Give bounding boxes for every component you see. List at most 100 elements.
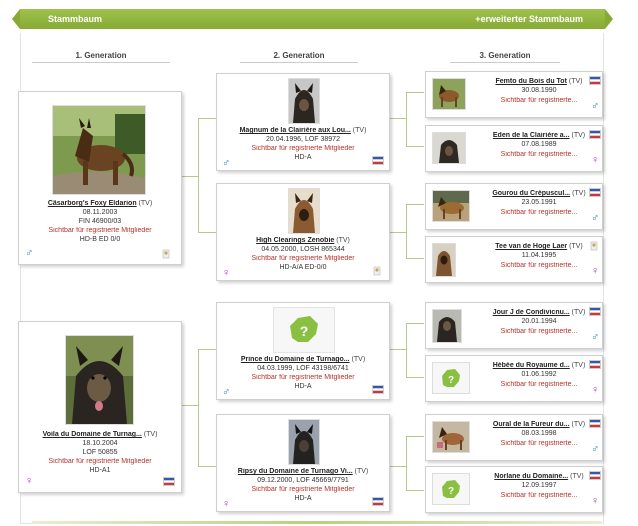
award-icon <box>590 241 598 251</box>
svg-text:?: ? <box>448 486 454 497</box>
members-only-text: Sichtbar für registrierte... <box>500 262 578 269</box>
male-symbol-icon: ♂ <box>591 443 600 455</box>
dog-photo[interactable] <box>432 78 466 110</box>
connector-line <box>198 232 216 233</box>
no-photo-placeholder-icon[interactable]: ? <box>432 473 470 505</box>
dog-name-link[interactable]: Voila du Domaine de Turnag... <box>43 431 142 438</box>
dog-photo[interactable] <box>288 188 320 234</box>
connector-line <box>198 118 199 232</box>
breed-tag: (TV) <box>571 132 586 139</box>
health-results: HD-A <box>294 154 312 161</box>
breed-tag: (TV) <box>568 78 583 85</box>
birth-date: 12.09.1997 <box>521 482 557 489</box>
connector-line <box>182 405 198 406</box>
dog-photo[interactable] <box>432 421 470 453</box>
dog-name-link[interactable]: Eden de la Clairière a... <box>493 132 570 139</box>
connector-line <box>406 204 424 205</box>
dog-photo[interactable] <box>432 309 462 343</box>
dog-card-gen2-4[interactable]: Ripsy du Domaine de Turnago Vi... (TV) 0… <box>216 414 390 512</box>
dog-photo[interactable] <box>432 132 466 164</box>
connector-line <box>406 258 424 259</box>
members-only-text: Sichtbar für registrierte... <box>500 440 578 447</box>
breed-tag: (TV) <box>571 309 586 316</box>
male-symbol-icon: ♂ <box>591 212 600 224</box>
dog-card-gen2-2[interactable]: High Clearings Zenobie (TV) 04.05.2000, … <box>216 183 390 281</box>
dog-card-gen3-7[interactable]: Oural de la Fureur du... (TV) 08.03.1998… <box>425 414 603 461</box>
dog-name-link[interactable]: Magnum de la Clairière aux Lou... <box>240 127 351 134</box>
dog-name-link[interactable]: Norlane du Domaine... <box>494 473 568 480</box>
dog-card-gen3-6[interactable]: ? Hébée du Royaume d... (TV) 01.06.1992 … <box>425 355 603 402</box>
health-results: HD-A <box>294 383 312 390</box>
registration-number: FIN 46900/03 <box>78 218 122 225</box>
dog-card-gen2-1[interactable]: Magnum de la Clairière aux Lou... (TV) 2… <box>216 73 390 171</box>
dog-photo[interactable] <box>288 419 320 465</box>
birth-date: 01.06.1992 <box>521 371 557 378</box>
dog-name-link[interactable]: High Clearings Zenobie <box>256 237 334 244</box>
country-flag-icon <box>589 419 601 428</box>
dog-card-gen2-3[interactable]: ? Prince du Domaine de Turnago... (TV) 0… <box>216 302 390 400</box>
male-symbol-icon: ♂ <box>591 100 600 112</box>
members-only-text: Sichtbar für registrierte... <box>500 209 578 216</box>
members-only-text: Sichtbar für registrierte... <box>500 328 578 335</box>
dog-photo[interactable] <box>432 243 456 277</box>
male-symbol-icon: ♂ <box>25 247 34 259</box>
dog-name-link[interactable]: Femto du Bois du Tot <box>496 78 567 85</box>
dog-card-gen3-5[interactable]: Jour J de Condivicnu... (TV) 20.01.1994 … <box>425 302 603 349</box>
dog-name-link[interactable]: Tee van de Hoge Laer <box>495 243 567 250</box>
connector-line <box>390 349 406 350</box>
dog-photo[interactable] <box>288 78 320 124</box>
dog-card-gen3-3[interactable]: Gourou du Crépuscul... (TV) 23.05.1991 S… <box>425 183 603 230</box>
dog-name-link[interactable]: Prince du Domaine de Turnago... <box>241 356 350 363</box>
female-symbol-icon: ♀ <box>222 267 231 279</box>
connector-line <box>406 323 407 377</box>
birth-date: 07.08.1989 <box>521 141 557 148</box>
breed-tag: (TV) <box>572 190 586 197</box>
connector-line <box>406 490 424 491</box>
connector-line <box>406 92 424 93</box>
country-flag-icon <box>589 471 601 480</box>
no-photo-placeholder-icon[interactable]: ? <box>273 307 335 353</box>
dog-photo[interactable] <box>432 190 470 222</box>
members-only-text: Sichtbar für registrierte... <box>500 381 578 388</box>
connector-line <box>198 466 216 467</box>
country-flag-icon <box>372 497 384 506</box>
dog-photo[interactable] <box>52 105 146 195</box>
dog-name-link[interactable]: Gourou du Crépuscul... <box>492 190 570 197</box>
generation-heading-2: 2. Generation <box>240 51 358 63</box>
pedigree-header: Stammbaum +erweiterter Stammbaum <box>12 9 613 29</box>
dog-card-gen3-4[interactable]: Tee van de Hoge Laer (TV) 11.04.1995 Sic… <box>425 236 603 283</box>
extended-pedigree-link[interactable]: +erweiterter Stammbaum <box>475 14 583 24</box>
dog-name-link[interactable]: Jour J de Condivicnu... <box>493 309 570 316</box>
registration-number: LOF 50855 <box>82 449 118 456</box>
dog-card-gen3-2[interactable]: Eden de la Clairière a... (TV) 07.08.198… <box>425 125 603 172</box>
dog-card-gen3-8[interactable]: ? Norlane du Domaine... (TV) 12.09.1997 … <box>425 466 603 513</box>
connector-line <box>198 349 216 350</box>
birth-date: 08.03.1998 <box>521 430 557 437</box>
dog-card-gen1-dam[interactable]: Voila du Domaine de Turnag... (TV) 18.10… <box>18 321 182 493</box>
dog-name-link[interactable]: Ripsy du Domaine de Turnago Vi... <box>238 468 353 475</box>
award-icon <box>373 266 381 276</box>
dog-name-link[interactable]: Oural de la Fureur du... <box>493 421 570 428</box>
dog-photo[interactable] <box>65 335 134 425</box>
birth-date: 18.10.2004 <box>82 440 118 447</box>
birth-date-registration: 20.04.1996, LOF 38972 <box>266 136 340 143</box>
generation-heading-1: 1. Generation <box>32 51 170 63</box>
dog-card-gen1-sire[interactable]: Cäsarborg's Foxy Eldarion (TV) 08.11.200… <box>18 91 182 265</box>
birth-date-registration: 09.12.2000, LOF 45669/7791 <box>257 477 349 484</box>
birth-date: 08.11.2003 <box>82 209 118 216</box>
no-photo-placeholder-icon[interactable]: ? <box>432 362 470 394</box>
connector-line <box>390 232 406 233</box>
page-title: Stammbaum <box>48 14 103 24</box>
breed-tag: (TV) <box>571 421 586 428</box>
dog-name-link[interactable]: Cäsarborg's Foxy Eldarion <box>48 200 137 207</box>
birth-date-registration: 04.03.1999, LOF 43198/6741 <box>257 365 349 372</box>
female-symbol-icon: ♀ <box>591 154 600 166</box>
members-only-text: Sichtbar für registrierte Mitglieder <box>48 227 152 234</box>
connector-line <box>390 466 406 467</box>
breed-tag: (TV) <box>336 237 350 244</box>
female-symbol-icon: ♀ <box>591 384 600 396</box>
dog-card-gen3-1[interactable]: Femto du Bois du Tot (TV) 30.08.1990 Sic… <box>425 71 603 118</box>
panel-divider <box>32 521 602 524</box>
dog-name-link[interactable]: Hébée du Royaume d... <box>493 362 570 369</box>
birth-date: 23.05.1991 <box>521 199 557 206</box>
